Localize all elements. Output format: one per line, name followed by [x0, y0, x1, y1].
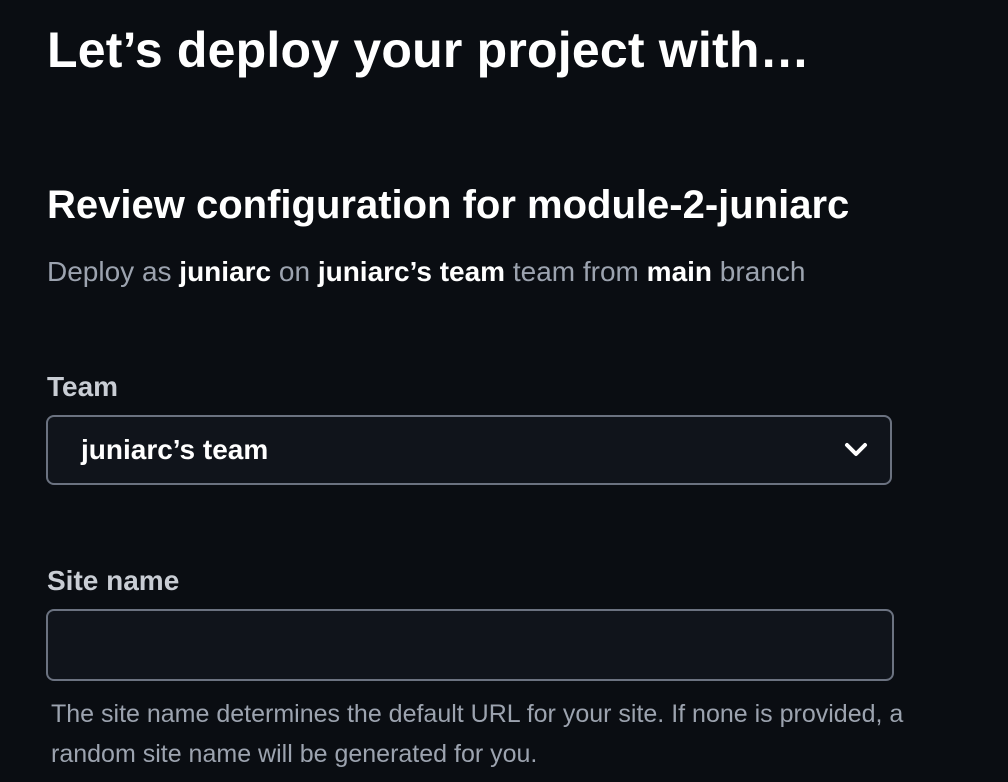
team-select-value: juniarc’s team [81, 434, 269, 465]
deploy-page: Let’s deploy your project with… Review c… [0, 0, 1008, 782]
deploy-summary-team-suffix: team from [505, 256, 647, 287]
site-name-input[interactable] [46, 609, 894, 681]
deploy-summary: Deploy as juniarc on juniarc’s team team… [47, 254, 805, 290]
chevron-down-icon [842, 436, 870, 464]
team-label: Team [47, 371, 119, 402]
deploy-summary-branch-suffix: branch [712, 256, 806, 287]
review-configuration-title: Review configuration for module-2-juniar… [47, 183, 850, 227]
deploy-user: juniarc [179, 256, 272, 287]
site-name-help-text: The site name determines the default URL… [51, 700, 904, 768]
deploy-team: juniarc’s team [317, 256, 506, 287]
page-title: Let’s deploy your project with… [47, 22, 810, 78]
site-name-label: Site name [47, 565, 180, 596]
deploy-summary-on: on [271, 256, 318, 287]
team-select[interactable]: juniarc’s team [46, 415, 892, 485]
deploy-branch: main [646, 256, 713, 287]
deploy-summary-prefix: Deploy as [47, 256, 180, 287]
